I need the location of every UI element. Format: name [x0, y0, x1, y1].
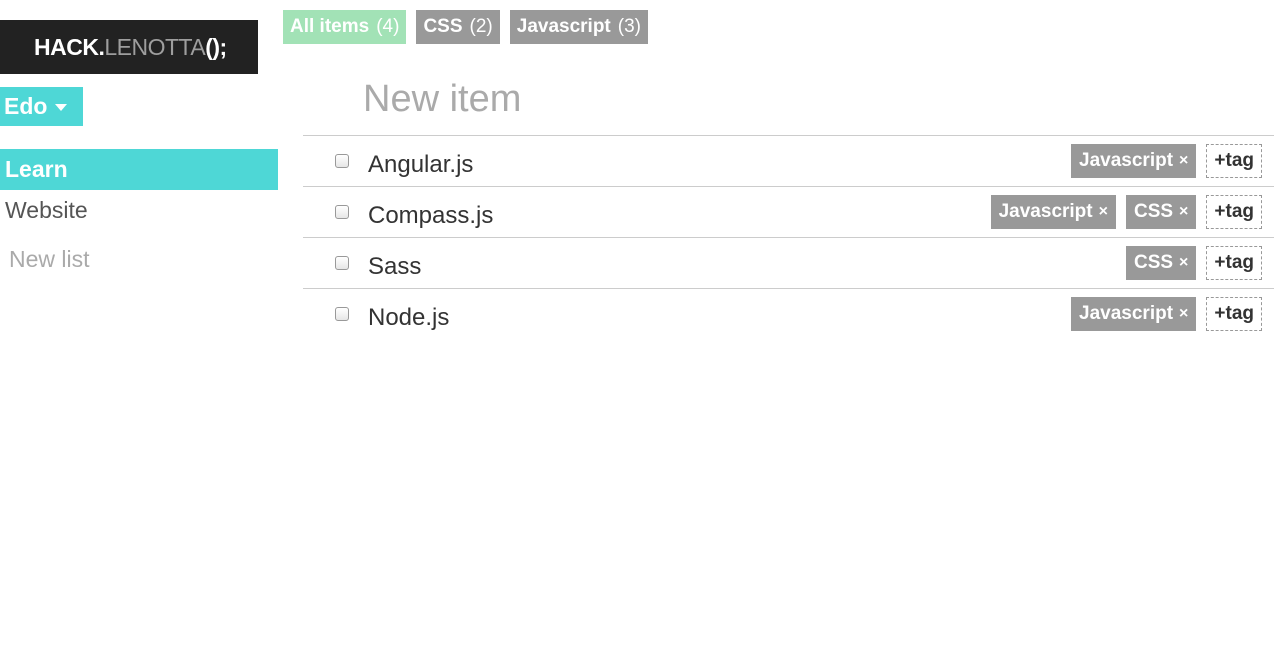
- logo-text-lenotta: LENOTTA: [104, 33, 206, 60]
- logo-text-parens: ();: [205, 33, 227, 60]
- list-item: Node.js Javascript × +tag: [303, 288, 1274, 339]
- item-checkbox[interactable]: [335, 205, 349, 219]
- tag-filters: All items (4) CSS (2) Javascript (3): [283, 10, 648, 44]
- item-checkbox[interactable]: [335, 307, 349, 321]
- filter-count: (2): [469, 16, 493, 37]
- new-list-button[interactable]: New list: [0, 239, 278, 280]
- item-tags: Javascript × CSS × +tag: [990, 195, 1262, 229]
- filter-label: CSS: [423, 16, 463, 37]
- user-menu-button[interactable]: Edo: [0, 87, 83, 126]
- item-title: Angular.js: [368, 151, 474, 178]
- item-title: Compass.js: [368, 202, 494, 229]
- user-name: Edo: [4, 93, 48, 119]
- tag-label: CSS: [1133, 252, 1174, 273]
- filter-all-items[interactable]: All items (4): [283, 10, 407, 44]
- tag-css: CSS ×: [1125, 246, 1197, 280]
- list-nav: Learn Website New list: [0, 149, 278, 280]
- caret-down-icon: [55, 104, 68, 111]
- item-list: Angular.js Javascript × +tag Compass.js …: [303, 135, 1274, 339]
- item-title: Sass: [368, 253, 422, 280]
- remove-tag-icon[interactable]: ×: [1179, 203, 1188, 221]
- add-tag-button[interactable]: +tag: [1206, 144, 1262, 178]
- list-item: Sass CSS × +tag: [303, 237, 1274, 288]
- tag-javascript: Javascript ×: [1071, 144, 1197, 178]
- list-item-label: Website: [5, 197, 88, 223]
- tag-javascript: Javascript ×: [1071, 297, 1197, 331]
- item-tags: Javascript × +tag: [1071, 297, 1262, 331]
- item-tags: CSS × +tag: [1125, 246, 1262, 280]
- remove-tag-icon[interactable]: ×: [1179, 305, 1188, 323]
- tag-css: CSS ×: [1125, 195, 1197, 229]
- item-title: Node.js: [368, 304, 450, 331]
- list-item-website[interactable]: Website: [0, 190, 278, 231]
- tag-label: Javascript: [1079, 303, 1174, 324]
- filter-javascript[interactable]: Javascript (3): [509, 10, 648, 44]
- item-checkbox[interactable]: [335, 154, 349, 168]
- filter-label: Javascript: [516, 16, 611, 37]
- item-tags: Javascript × +tag: [1071, 144, 1262, 178]
- app: HACK. LENOTTA (); Edo Learn Website New li…: [0, 0, 1274, 671]
- filter-label: All items: [290, 16, 370, 37]
- tag-label: Javascript: [1079, 150, 1174, 171]
- logo-text-hack: HACK.: [34, 33, 105, 60]
- list-item: Angular.js Javascript × +tag: [303, 135, 1274, 186]
- filter-count: (3): [617, 16, 641, 37]
- remove-tag-icon[interactable]: ×: [1179, 152, 1188, 170]
- tag-javascript: Javascript ×: [990, 195, 1116, 229]
- tag-label: CSS: [1133, 201, 1174, 222]
- filter-count: (4): [376, 16, 400, 37]
- list-item-label: Learn: [5, 156, 68, 182]
- add-tag-button[interactable]: +tag: [1206, 246, 1262, 280]
- logo: HACK. LENOTTA ();: [0, 20, 258, 74]
- tag-label: Javascript: [998, 201, 1093, 222]
- list-item-learn[interactable]: Learn: [0, 149, 278, 190]
- new-item-input[interactable]: [363, 72, 1243, 126]
- add-tag-button[interactable]: +tag: [1206, 297, 1262, 331]
- remove-tag-icon[interactable]: ×: [1179, 254, 1188, 272]
- new-list-label: New list: [9, 246, 90, 272]
- item-checkbox[interactable]: [335, 256, 349, 270]
- add-tag-button[interactable]: +tag: [1206, 195, 1262, 229]
- filter-css[interactable]: CSS (2): [416, 10, 500, 44]
- remove-tag-icon[interactable]: ×: [1099, 203, 1108, 221]
- list-item: Compass.js Javascript × CSS × +tag: [303, 186, 1274, 237]
